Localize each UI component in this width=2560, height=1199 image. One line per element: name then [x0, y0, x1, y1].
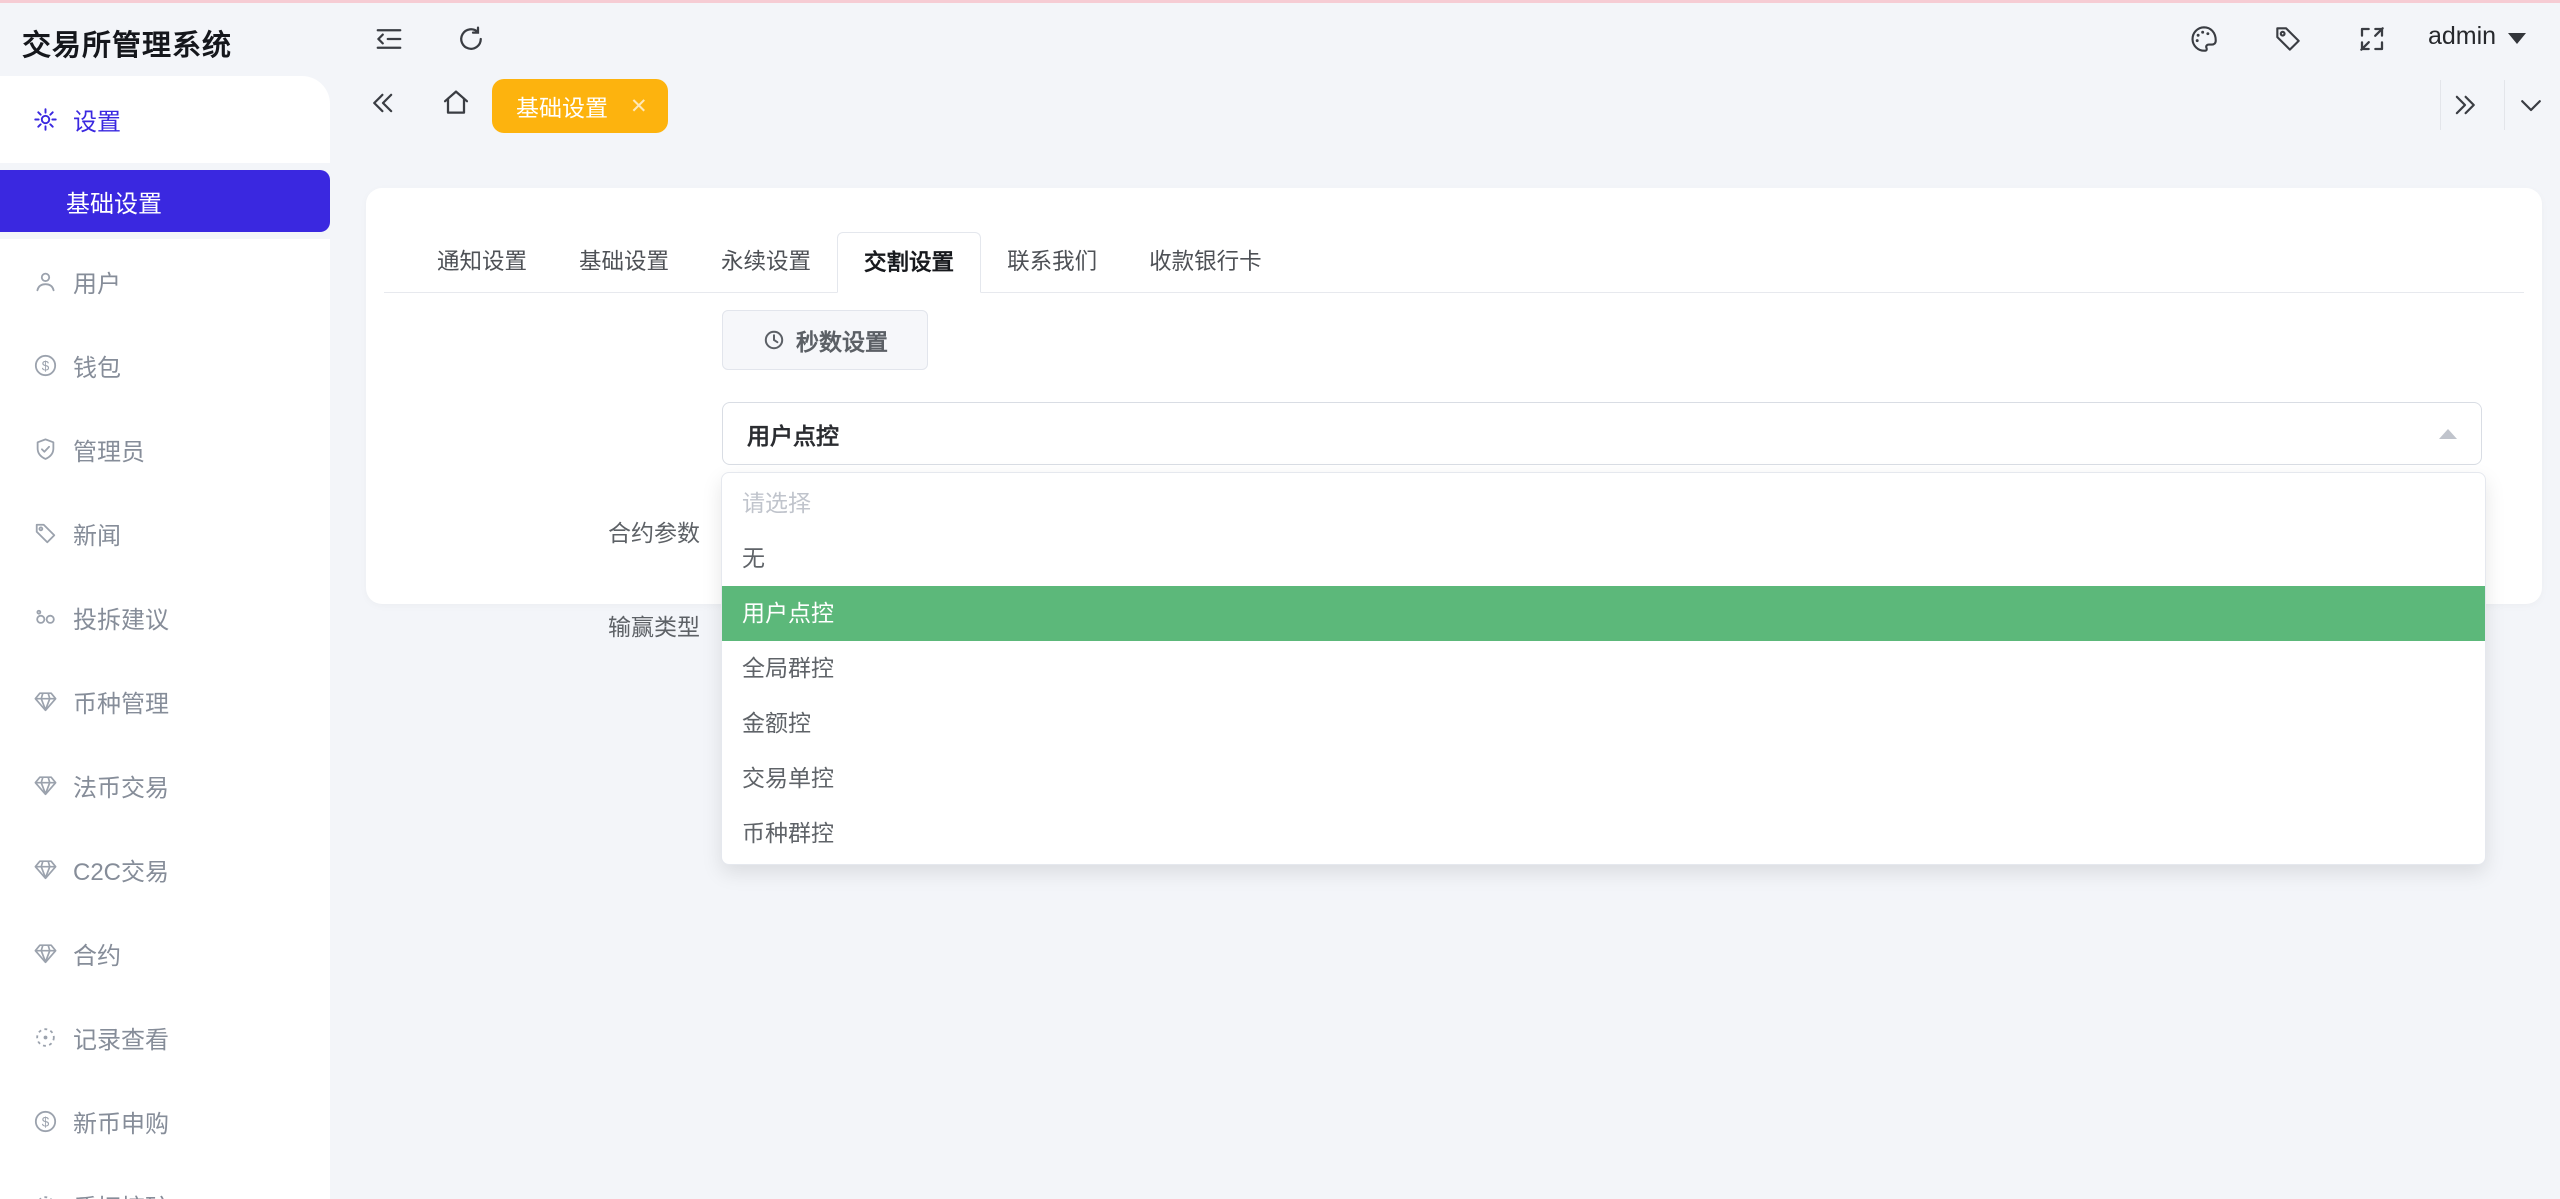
caret-down-icon — [2508, 32, 2527, 44]
sidebar-item-news[interactable]: 新闻 — [0, 491, 330, 575]
sidebar-item-fiat-trade[interactable]: 法币交易 — [0, 743, 330, 827]
user-icon — [36, 272, 55, 291]
option-trade-order-control[interactable]: 交易单控 — [722, 751, 2485, 806]
win-type-select[interactable]: 用户点控 — [722, 402, 2482, 465]
seconds-settings-button[interactable]: 秒数设置 — [722, 310, 928, 370]
seconds-button-label: 秒数设置 — [796, 329, 888, 355]
price-tag-icon — [2276, 27, 2300, 51]
sidebar-item-feedback[interactable]: 投拆建议 — [0, 575, 330, 659]
chevron-down-icon — [2521, 100, 2541, 112]
sidebar: 交易所管理系统 设置 基础设置 用户 $ 钱包 管理员 新闻 投拆建议 币种管理… — [0, 0, 330, 1199]
svg-text:$: $ — [42, 358, 50, 373]
sidebar-item-contract[interactable]: 合约 — [0, 911, 330, 995]
fold-icon — [376, 29, 402, 49]
tag-basic-settings[interactable]: 基础设置 ✕ — [492, 79, 668, 133]
win-type-label: 输赢类型 — [608, 614, 700, 640]
sidebar-item-records[interactable]: 记录查看 — [0, 995, 330, 1079]
username: admin — [2428, 22, 2497, 50]
option-amount-control[interactable]: 金额控 — [722, 696, 2485, 751]
user-menu[interactable]: admin — [2428, 22, 2527, 51]
diamond-icon — [34, 943, 57, 963]
timer-icon — [36, 1027, 55, 1047]
option-coin-group-control[interactable]: 币种群控 — [722, 806, 2485, 861]
tags-view-button[interactable] — [2272, 23, 2304, 55]
tab-bank-card[interactable]: 收款银行卡 — [1123, 232, 1288, 292]
double-chevron-left-icon — [373, 93, 393, 113]
home-tag-button[interactable] — [440, 86, 472, 118]
sidebar-item-wallet[interactable]: $ 钱包 — [0, 323, 330, 407]
sidebar-item-coin-manage[interactable]: 币种管理 — [0, 659, 330, 743]
mining-icon — [38, 1195, 53, 1199]
option-global-group-control[interactable]: 全局群控 — [722, 641, 2485, 696]
theme-palette-button[interactable] — [2188, 23, 2220, 55]
sidebar-item-basic-settings[interactable]: 基础设置 — [0, 170, 330, 232]
sidebar-menu-panel: 用户 $ 钱包 管理员 新闻 投拆建议 币种管理 法币交易 C2C交易 合约 记… — [0, 239, 330, 1199]
tag-label: 基础设置 — [516, 95, 608, 121]
tag-icon — [35, 523, 56, 543]
tags-menu-button[interactable] — [2516, 90, 2546, 120]
fullscreen-button[interactable] — [2356, 23, 2388, 55]
refresh-button[interactable] — [456, 24, 486, 54]
option-user-point-control[interactable]: 用户点控 — [722, 586, 2485, 641]
svg-text:$: $ — [42, 1114, 50, 1129]
sidebar-item-c2c-trade[interactable]: C2C交易 — [0, 827, 330, 911]
palette-icon — [2191, 26, 2217, 52]
infinity-link-icon — [36, 609, 55, 624]
tab-delivery-settings[interactable]: 交割设置 — [837, 232, 982, 293]
sidebar-item-users[interactable]: 用户 — [0, 239, 330, 323]
tab-contact-us[interactable]: 联系我们 — [981, 232, 1123, 292]
settings-tabs: 通知设置 基础设置 永续设置 交割设置 联系我们 收款银行卡 — [411, 232, 1288, 293]
clock-icon — [764, 330, 784, 350]
sidebar-item-admins[interactable]: 管理员 — [0, 407, 330, 491]
sidebar-group-label: 设置 — [73, 109, 121, 136]
dollar-circle-icon: $ — [34, 354, 57, 376]
win-type-dropdown: 请选择 无 用户点控 全局群控 金额控 交易单控 币种群控 — [721, 472, 2486, 865]
gear-icon — [34, 108, 57, 131]
select-value: 用户点控 — [747, 422, 839, 449]
tab-basic-settings[interactable]: 基础设置 — [553, 232, 695, 292]
double-chevron-right-icon — [2455, 95, 2475, 115]
progress-line — [0, 0, 2560, 3]
caret-up-icon — [2439, 428, 2457, 439]
fullscreen-icon — [2360, 27, 2384, 51]
close-icon[interactable]: ✕ — [630, 94, 648, 119]
divider — [2504, 80, 2505, 130]
collapse-sidebar-button[interactable] — [374, 24, 404, 54]
sidebar-item-staking[interactable]: 质押挖矿 — [0, 1163, 330, 1199]
refresh-icon — [460, 26, 482, 50]
diamond-icon — [34, 859, 57, 879]
sidebar-group-settings[interactable]: 设置 — [0, 76, 330, 163]
tags-scroll-right-button[interactable] — [2450, 90, 2480, 120]
tab-notify-settings[interactable]: 通知设置 — [411, 232, 553, 292]
home-icon — [443, 90, 469, 114]
divider — [2440, 80, 2441, 130]
tags-scroll-left-button[interactable] — [368, 88, 398, 118]
shield-check-icon — [36, 437, 55, 460]
sidebar-active-item-label: 基础设置 — [66, 190, 162, 218]
sidebar-group-panel: 设置 — [0, 76, 330, 163]
diamond-icon — [34, 691, 57, 711]
sidebar-item-new-coin[interactable]: $ 新币申购 — [0, 1079, 330, 1163]
app-title: 交易所管理系统 — [22, 30, 233, 62]
option-placeholder[interactable]: 请选择 — [722, 476, 2485, 531]
tab-perpetual-settings[interactable]: 永续设置 — [695, 232, 837, 292]
option-none[interactable]: 无 — [722, 531, 2485, 586]
dollar-circle-icon: $ — [34, 1110, 57, 1132]
contract-params-label: 合约参数 — [608, 520, 700, 546]
diamond-icon — [34, 775, 57, 795]
